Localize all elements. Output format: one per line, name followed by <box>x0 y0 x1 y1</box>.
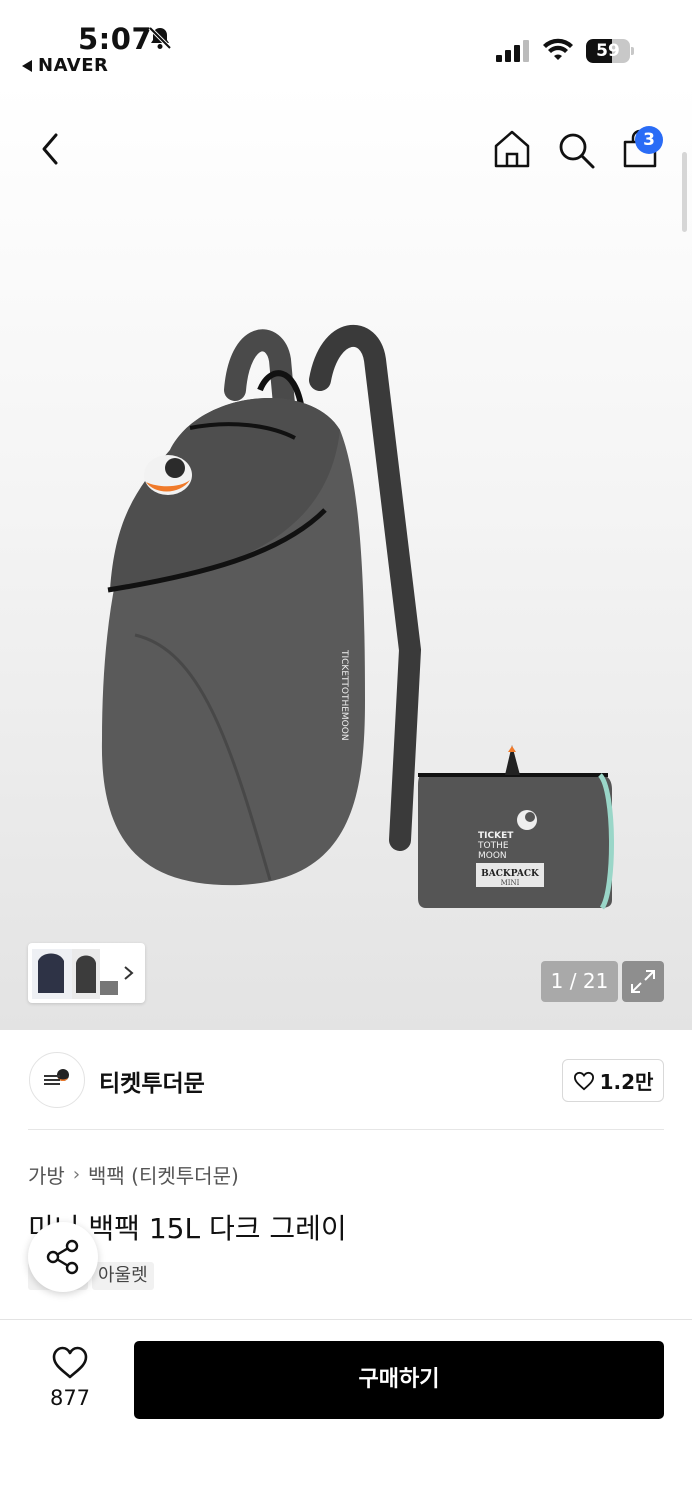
brand-name[interactable]: 티켓투더문 <box>99 1064 205 1098</box>
battery-level: 59 <box>596 41 620 61</box>
pouch-label-line2: MINI <box>501 879 520 887</box>
brand-logo[interactable] <box>29 1052 85 1108</box>
heart-icon <box>573 1071 594 1090</box>
wifi-icon <box>543 38 573 60</box>
brand-like-count: 1.2만 <box>599 1070 654 1094</box>
chevron-left-icon[interactable] <box>34 131 66 167</box>
breadcrumb-item[interactable]: 백팩 (티켓투더문) <box>88 1160 239 1189</box>
brand-like-button[interactable]: 1.2만 <box>562 1059 664 1102</box>
pouch-brand-line1: TICKET <box>478 831 514 841</box>
back-to-app-link[interactable]: NAVER <box>22 55 108 76</box>
bottom-bar-divider <box>0 1319 692 1320</box>
product-tag-outlet: 아울렛 <box>92 1262 154 1290</box>
buy-button[interactable]: 구매하기 <box>134 1341 664 1419</box>
product-image: TICKETTOTHEMOON TICKET TOTHE MOON BACKPA… <box>101 324 614 910</box>
image-counter: 1 / 21 <box>541 961 618 1002</box>
scrollbar[interactable] <box>682 152 687 232</box>
brand-logo-mark <box>44 1069 69 1085</box>
chevron-right-icon: › <box>72 1164 81 1185</box>
back-app-label: NAVER <box>38 55 109 76</box>
thumbnail-strip[interactable] <box>28 943 145 1003</box>
signal-icon <box>496 40 529 62</box>
expand-icon[interactable] <box>622 961 664 1002</box>
share-button[interactable] <box>28 1222 98 1292</box>
search-icon[interactable] <box>556 130 596 170</box>
thumbnail-image <box>32 949 134 999</box>
home-icon[interactable] <box>492 128 532 170</box>
divider <box>28 1129 664 1130</box>
back-triangle-icon <box>22 59 32 72</box>
pouch-label-line1: BACKPACK <box>481 869 540 879</box>
battery-icon: 59 <box>586 39 634 63</box>
share-icon <box>46 1239 79 1275</box>
breadcrumb-item[interactable]: 가방 <box>28 1160 65 1189</box>
pouch-brand-line3: MOON <box>478 851 507 861</box>
strap-text: TICKETTOTHEMOON <box>339 649 349 741</box>
cart-count-badge: 3 <box>635 126 663 154</box>
bell-slash-icon <box>148 26 172 50</box>
pouch-brand-line2: TOTHE <box>477 841 509 851</box>
status-time: 5:07 <box>78 22 153 56</box>
breadcrumb: 가방 › 백팩 (티켓투더문) <box>28 1160 239 1189</box>
wishlist-count: 877 <box>49 1386 91 1410</box>
